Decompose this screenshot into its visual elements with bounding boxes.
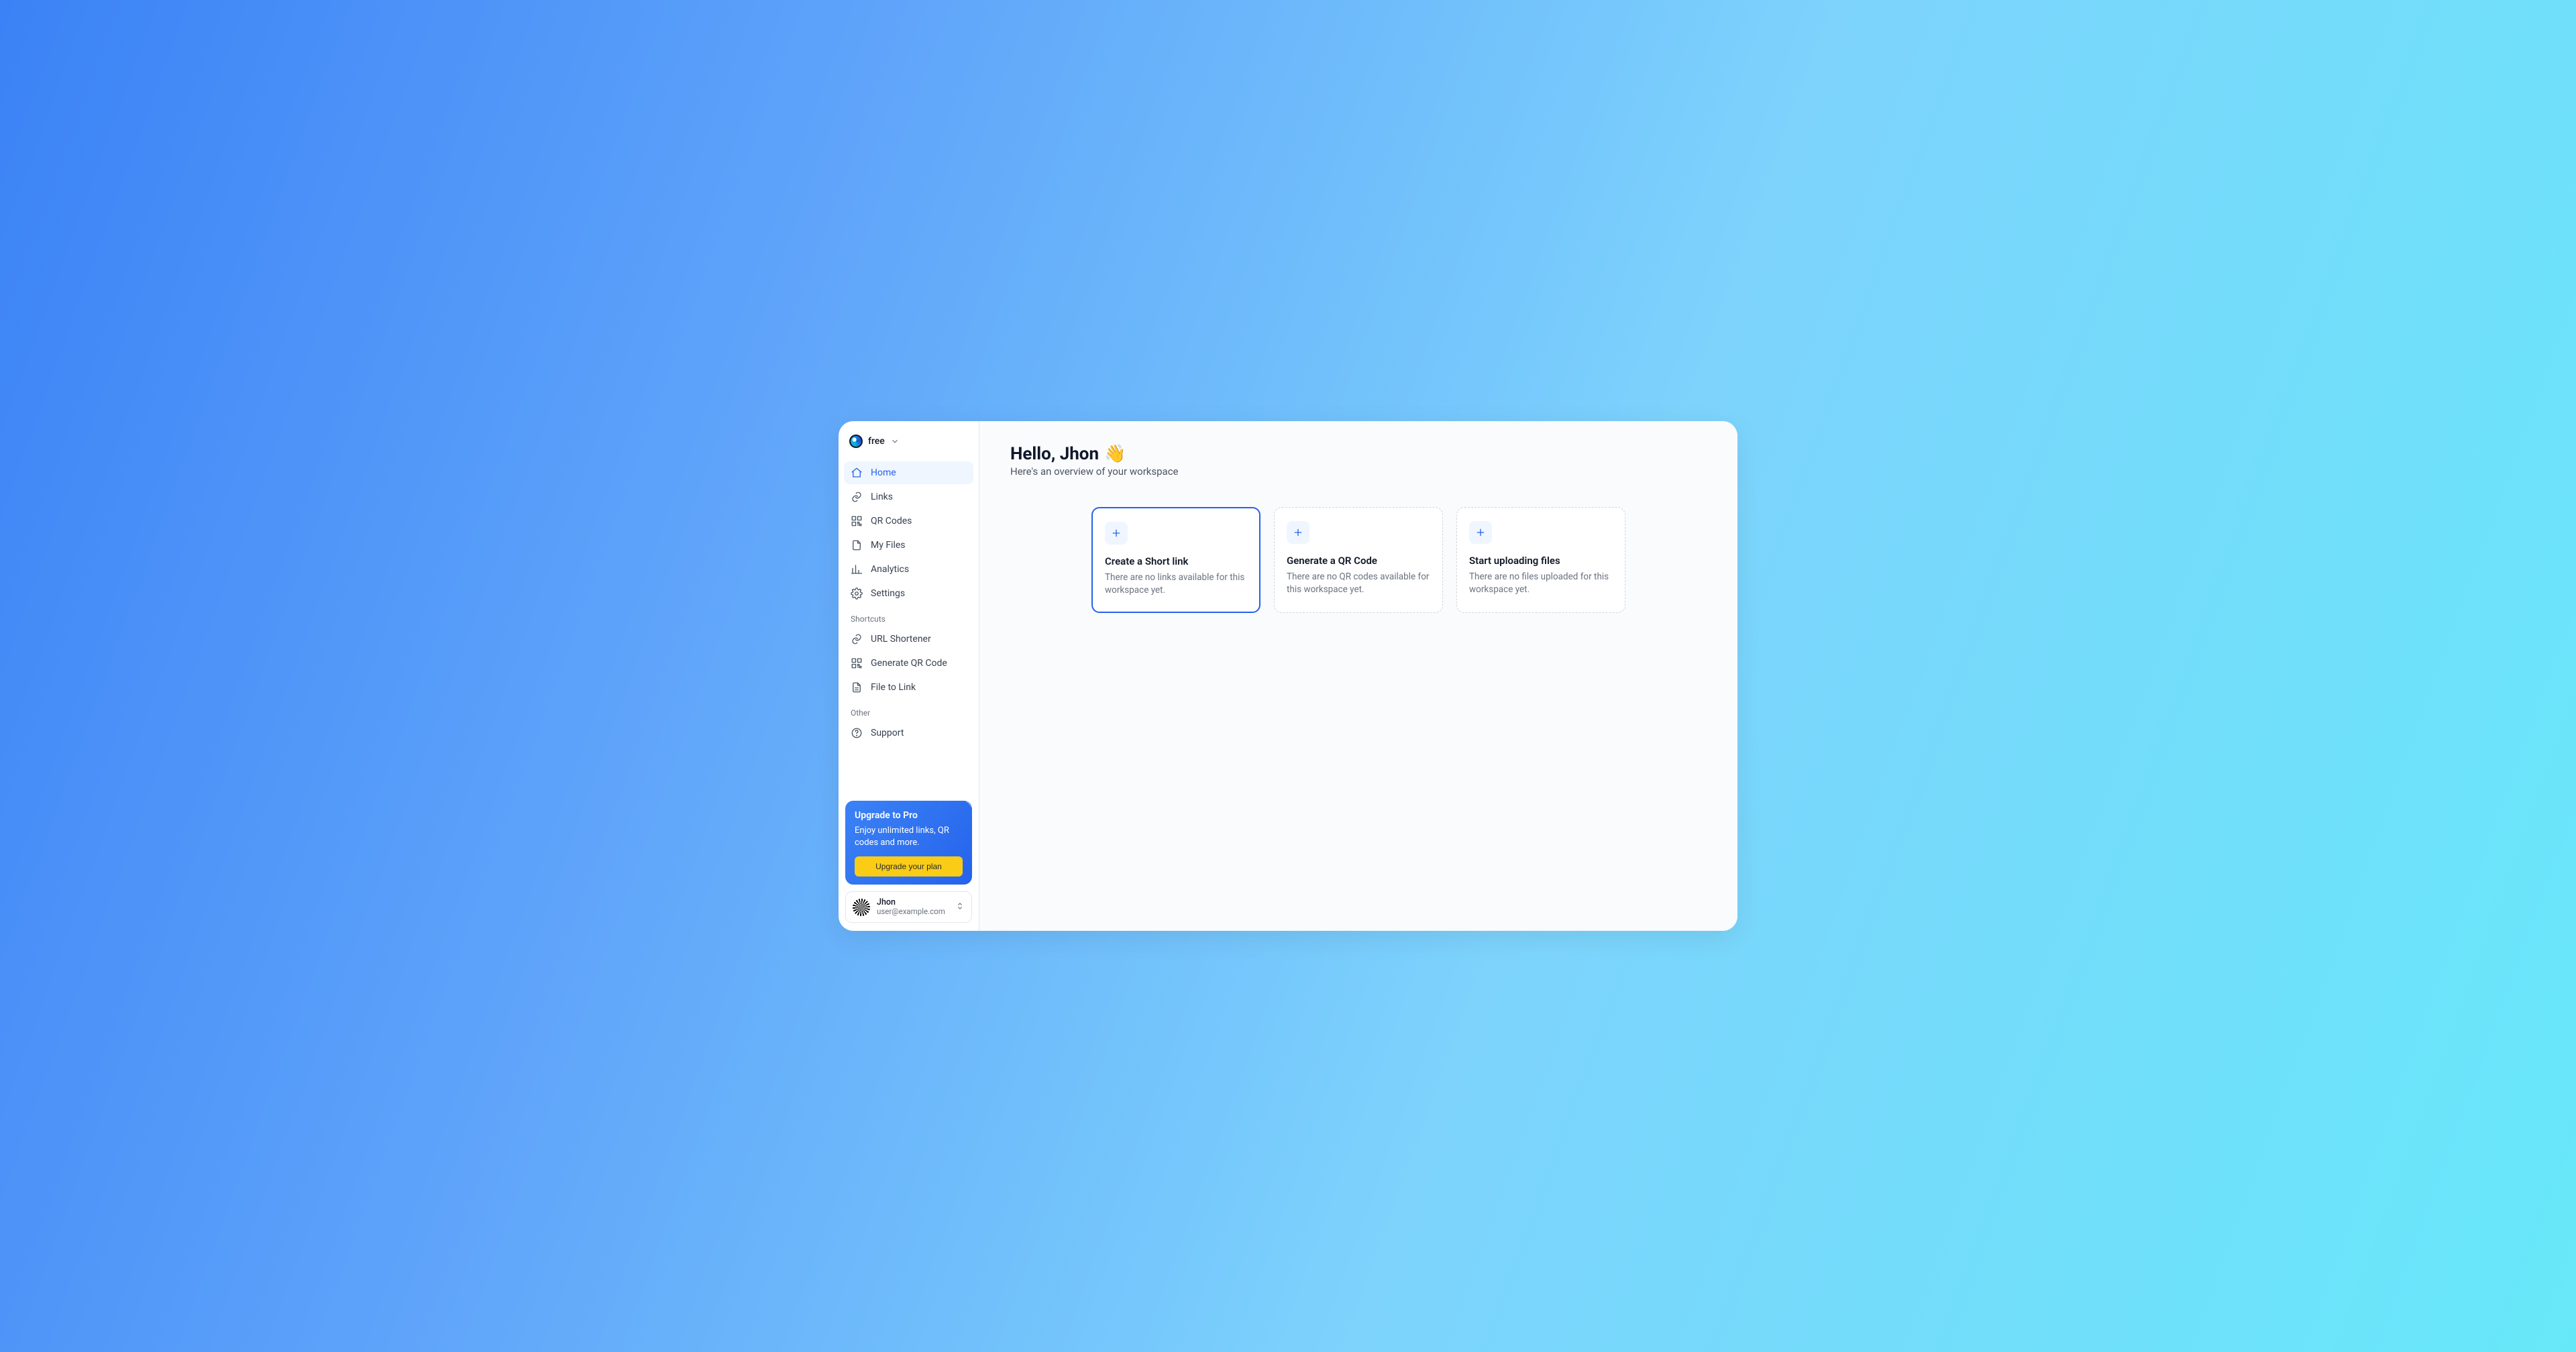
card-desc: There are no links available for this wo… <box>1105 571 1247 597</box>
bars-icon <box>851 563 863 575</box>
user-menu[interactable]: Jhon user@example.com <box>845 891 972 923</box>
user-name: Jhon <box>877 897 945 907</box>
sidebar-item-analytics[interactable]: Analytics <box>844 558 973 581</box>
home-icon <box>851 467 863 479</box>
sidebar-item-label: QR Codes <box>871 516 912 526</box>
sidebar-item-links[interactable]: Links <box>844 486 973 508</box>
sidebar-item-label: My Files <box>871 540 906 551</box>
sidebar-item-home[interactable]: Home <box>844 461 973 484</box>
nav-shortcuts: URL Shortener Generate QR Code File to Lin… <box>844 628 973 699</box>
card-title: Start uploading files <box>1469 555 1613 567</box>
sidebar-item-files[interactable]: My Files <box>844 534 973 557</box>
plus-icon <box>1469 521 1492 544</box>
sidebar-item-filelink[interactable]: File to Link <box>844 676 973 699</box>
sidebar-item-label: URL Shortener <box>871 634 931 644</box>
sidebar-item-settings[interactable]: Settings <box>844 582 973 605</box>
sidebar-item-label: Support <box>871 728 904 738</box>
greeting-prefix: Hello, <box>1010 444 1060 464</box>
action-card-shortlink[interactable]: Create a Short link There are no links av… <box>1091 507 1260 613</box>
sidebar-item-shortener[interactable]: URL Shortener <box>844 628 973 651</box>
filetext-icon <box>851 681 863 693</box>
action-card-upload[interactable]: Start uploading files There are no files … <box>1456 507 1625 613</box>
action-cards: Create a Short link There are no links av… <box>1010 507 1707 613</box>
other-heading: Other <box>844 699 973 722</box>
sidebar-item-genqr[interactable]: Generate QR Code <box>844 652 973 675</box>
sidebar-item-qr[interactable]: QR Codes <box>844 510 973 532</box>
action-card-genqr[interactable]: Generate a QR Code There are no QR codes … <box>1274 507 1443 613</box>
card-desc: There are no files uploaded for this wor… <box>1469 571 1613 596</box>
workspace-switcher[interactable]: free <box>844 431 973 452</box>
sidebar-item-label: Analytics <box>871 564 909 575</box>
plus-icon <box>1105 522 1128 545</box>
user-email: user@example.com <box>877 907 945 917</box>
nav-main: Home Links QR Codes My Files Analytics Settin… <box>844 461 973 605</box>
main-content: Hello, Jhon 👋 Here's an overview of your… <box>979 421 1737 931</box>
sidebar-item-label: Links <box>871 492 893 502</box>
qr-icon <box>851 657 863 669</box>
greeting-name: Jhon <box>1060 444 1099 464</box>
page-subtitle: Here's an overview of your workspace <box>1010 465 1707 477</box>
card-desc: There are no QR codes available for this… <box>1287 571 1430 596</box>
shortcuts-heading: Shortcuts <box>844 605 973 628</box>
sidebar-item-label: Home <box>871 467 896 478</box>
page-title: Hello, Jhon 👋 <box>1010 444 1707 464</box>
chevron-up-down-icon <box>955 901 965 913</box>
plus-icon <box>1287 521 1309 544</box>
sidebar-item-label: Generate QR Code <box>871 658 947 669</box>
workspace-logo-icon <box>849 435 863 448</box>
qr-icon <box>851 515 863 527</box>
card-title: Create a Short link <box>1105 555 1247 567</box>
chevron-down-icon <box>890 437 900 446</box>
sidebar-item-label: Settings <box>871 588 905 599</box>
wave-emoji-icon: 👋 <box>1104 444 1126 464</box>
upgrade-title: Upgrade to Pro <box>855 810 963 821</box>
upgrade-button[interactable]: Upgrade your plan <box>855 856 963 877</box>
sidebar-item-label: File to Link <box>871 682 916 693</box>
help-icon <box>851 727 863 739</box>
sidebar: free Home Links QR Codes My Files Analytics S… <box>839 421 979 931</box>
sidebar-item-support[interactable]: Support <box>844 722 973 744</box>
file-icon <box>851 539 863 551</box>
nav-other: Support <box>844 722 973 744</box>
link-icon <box>851 491 863 503</box>
app-shell: free Home Links QR Codes My Files Analytics S… <box>839 421 1737 931</box>
upgrade-desc: Enjoy unlimited links, QR codes and more… <box>855 825 963 848</box>
workspace-plan-label: free <box>868 436 885 447</box>
gear-icon <box>851 587 863 600</box>
upgrade-card: Upgrade to Pro Enjoy unlimited links, QR… <box>845 801 972 885</box>
card-title: Generate a QR Code <box>1287 555 1430 567</box>
link-icon <box>851 633 863 645</box>
avatar <box>853 899 870 916</box>
